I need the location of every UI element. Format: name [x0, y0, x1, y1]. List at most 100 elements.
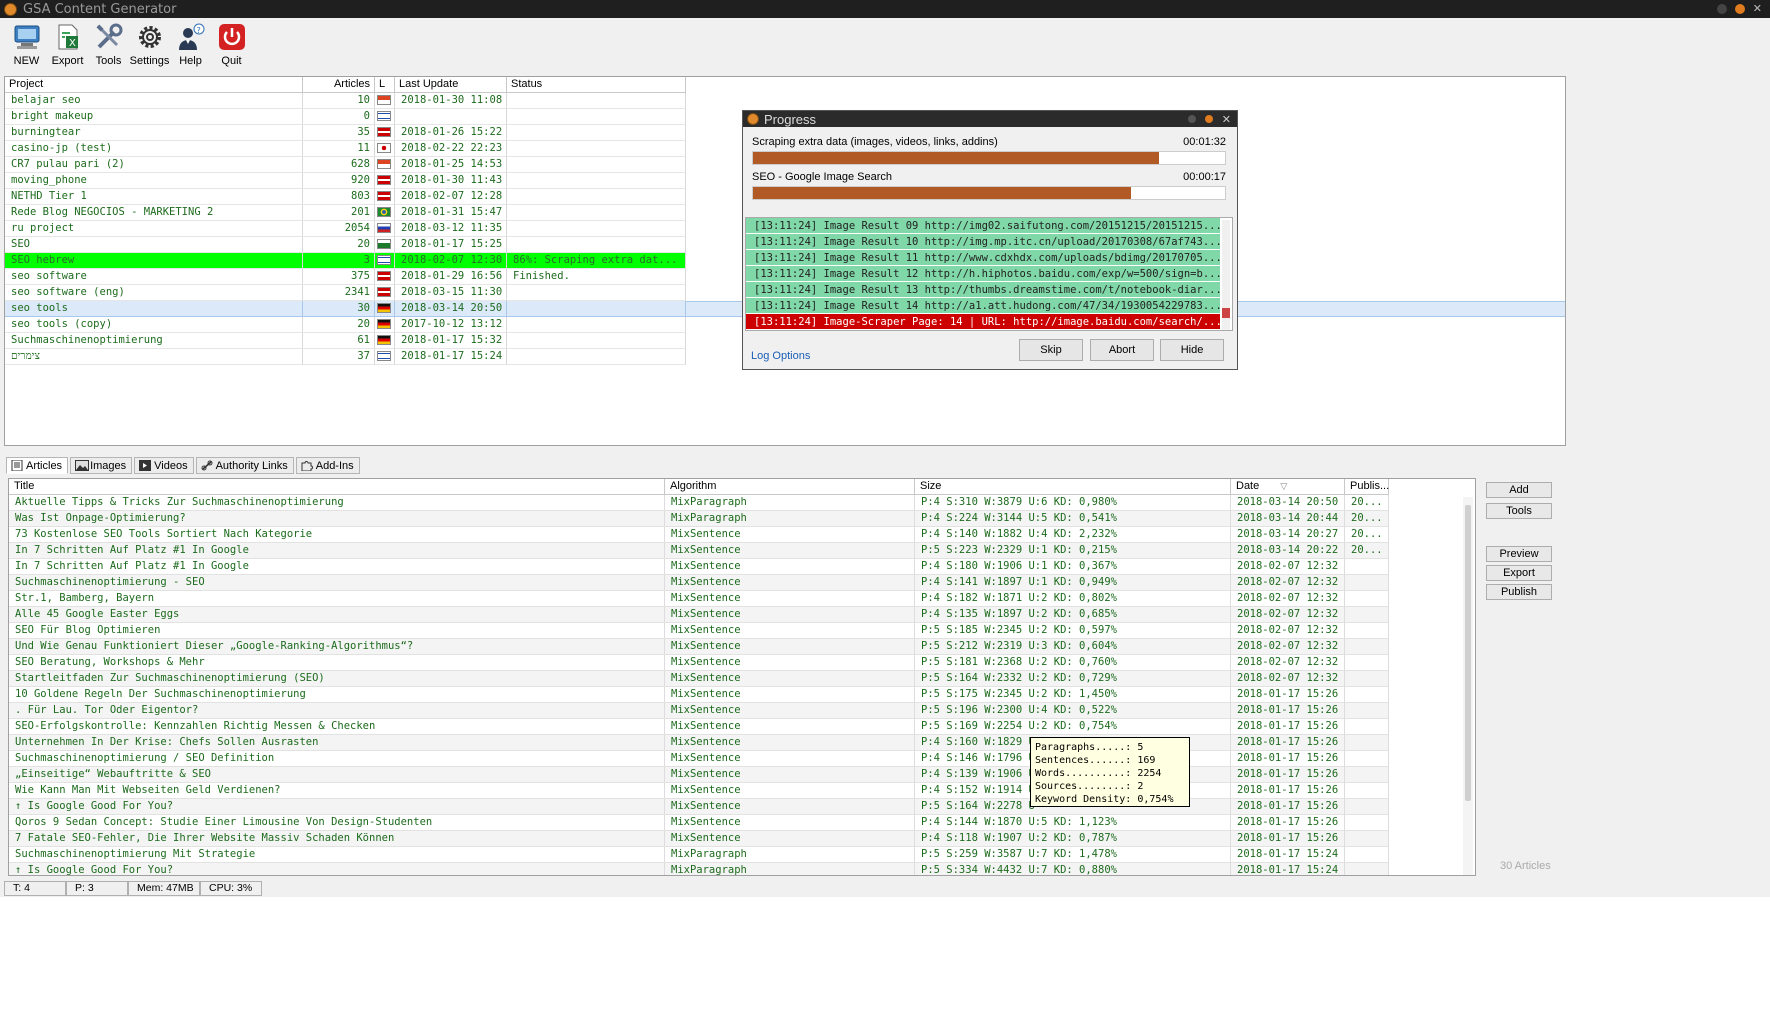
article-row[interactable]: ↑ Is Google Good For You? MixParagraph P:5… — [9, 863, 1389, 875]
project-row[interactable]: ru project 2054 2018-03-12 11:35 — [5, 221, 686, 237]
log-scrollbar[interactable] — [1222, 220, 1230, 330]
project-row[interactable]: Suchmaschinenoptimierung 61 2018-01-17 15:… — [5, 333, 686, 349]
project-row[interactable]: Rede Blog NEGOCIOS - MARKETING 2 201 2018-… — [5, 205, 686, 221]
abort-button[interactable]: Abort — [1090, 339, 1154, 361]
article-algorithm: MixSentence — [665, 799, 915, 815]
export-button[interactable]: X Export — [47, 18, 88, 74]
project-row[interactable]: seo tools (copy) 20 2017-10-12 13:12 — [5, 317, 686, 333]
tab-add-ins[interactable]: Add-Ins — [295, 457, 360, 474]
article-row[interactable]: Startleitfaden Zur Suchmaschinenoptimier… — [9, 671, 1389, 687]
project-last-update: 2018-03-12 11:35 — [395, 221, 507, 237]
project-row[interactable]: NETHD Tier 1 803 2018-02-07 12:28 — [5, 189, 686, 205]
tab-articles[interactable]: Articles — [6, 457, 69, 474]
flag-ru-icon — [375, 221, 395, 237]
new-button[interactable]: NEW — [6, 18, 47, 74]
article-row[interactable]: SEO-Erfolgskontrolle: Kennzahlen Richtig… — [9, 719, 1389, 735]
project-article-count: 30 — [303, 301, 375, 317]
project-row[interactable]: SEO 20 2018-01-17 15:25 — [5, 237, 686, 253]
hide-button[interactable]: Hide — [1160, 339, 1224, 361]
project-row[interactable]: burningtear 35 2018-01-26 15:22 — [5, 125, 686, 141]
project-status: Finished. — [507, 269, 686, 285]
article-published — [1345, 703, 1389, 719]
export-label: Export — [51, 55, 84, 67]
project-status — [507, 349, 686, 365]
article-row[interactable]: SEO Beratung, Workshops & Mehr MixSentenc… — [9, 655, 1389, 671]
article-size: P:5 S:196 W:2300 U:4 KD: 0,522% — [915, 703, 1231, 719]
article-row[interactable]: Suchmaschinenoptimierung - SEO MixSentenc… — [9, 575, 1389, 591]
article-row[interactable]: . Für Lau. Tor Oder Eigentor? MixSentence… — [9, 703, 1389, 719]
export-side-button[interactable]: Export — [1486, 565, 1552, 581]
progress-dialog: Progress ✕ Scraping extra data (images, … — [742, 110, 1238, 370]
article-row[interactable]: Aktuelle Tipps & Tricks Zur Suchmaschine… — [9, 495, 1389, 511]
close-icon[interactable]: ✕ — [1222, 113, 1231, 126]
article-row[interactable]: Und Wie Genau Funktioniert Dieser „Googl… — [9, 639, 1389, 655]
project-row[interactable]: bright makeup 0 — [5, 109, 686, 125]
maximize-icon[interactable] — [1204, 115, 1213, 123]
flag-id-icon — [375, 93, 395, 109]
article-row[interactable]: Qoros 9 Sedan Concept: Studie Einer Limo… — [9, 815, 1389, 831]
article-row[interactable]: In 7 Schritten Auf Platz #1 In Google Mix… — [9, 543, 1389, 559]
log-scroll-thumb[interactable] — [1222, 308, 1230, 318]
column-header-articles[interactable]: Articles — [303, 77, 375, 93]
article-published — [1345, 799, 1389, 815]
article-row[interactable]: 7 Fatale SEO-Fehler, Die Ihrer Website M… — [9, 831, 1389, 847]
articles-grid[interactable]: Title Algorithm Size Date ▽ Publis... Ak… — [8, 478, 1476, 876]
settings-button[interactable]: Settings — [129, 18, 170, 74]
minimize-icon[interactable] — [1187, 115, 1196, 123]
tab-images[interactable]: Images — [70, 457, 133, 474]
project-row[interactable]: SEO hebrew 3 2018-02-07 12:30 86%: Scraping… — [5, 253, 686, 269]
publish-button[interactable]: Publish — [1486, 584, 1552, 600]
close-icon[interactable]: ✕ — [1753, 3, 1762, 14]
log-options-link[interactable]: Log Options — [751, 350, 810, 362]
column-header-algorithm[interactable]: Algorithm — [665, 479, 915, 495]
project-row[interactable]: seo tools 30 2018-03-14 20:50 — [5, 301, 686, 317]
column-header-language[interactable]: L — [375, 77, 395, 93]
article-published: 20... — [1345, 527, 1389, 543]
tools-button[interactable]: Tools — [88, 18, 129, 74]
minimize-icon[interactable] — [1716, 4, 1727, 14]
column-header-last-update[interactable]: Last Update — [395, 77, 507, 93]
project-row[interactable]: צימרים 37 2018-01-17 15:24 — [5, 349, 686, 365]
project-row[interactable]: seo software 375 2018-01-29 16:56 Finished. — [5, 269, 686, 285]
article-row[interactable]: In 7 Schritten Auf Platz #1 In Google Mix… — [9, 559, 1389, 575]
article-title: SEO Beratung, Workshops & Mehr — [9, 655, 665, 671]
article-row[interactable]: Str.1, Bamberg, Bayern MixSentence P:4 S:1… — [9, 591, 1389, 607]
article-published — [1345, 863, 1389, 875]
preview-button[interactable]: Preview — [1486, 546, 1552, 562]
task2-time: 00:00:17 — [1183, 171, 1226, 183]
article-row[interactable]: 73 Kostenlose SEO Tools Sortiert Nach Ka… — [9, 527, 1389, 543]
column-header-title[interactable]: Title — [9, 479, 665, 495]
help-button[interactable]: ? Help — [170, 18, 211, 74]
article-row[interactable]: Alle 45 Google Easter Eggs MixSentence P:4… — [9, 607, 1389, 623]
article-title: Suchmaschinenoptimierung / SEO Definitio… — [9, 751, 665, 767]
quit-button[interactable]: Quit — [211, 18, 252, 74]
article-row[interactable]: Suchmaschinenoptimierung Mit Strategie Mi… — [9, 847, 1389, 863]
article-algorithm: MixSentence — [665, 575, 915, 591]
article-title: SEO-Erfolgskontrolle: Kennzahlen Richtig… — [9, 719, 665, 735]
article-row[interactable]: 10 Goldene Regeln Der Suchmaschinenoptim… — [9, 687, 1389, 703]
column-header-status[interactable]: Status — [507, 77, 686, 93]
column-header-project[interactable]: Project — [5, 77, 303, 93]
article-row[interactable]: Was Ist Onpage-Optimierung? MixParagraph P… — [9, 511, 1389, 527]
article-row[interactable]: SEO Für Blog Optimieren MixSentence P:5 S:… — [9, 623, 1389, 639]
column-header-size[interactable]: Size — [915, 479, 1231, 495]
project-name: belajar seo — [5, 93, 303, 109]
column-header-published[interactable]: Publis... — [1345, 479, 1389, 495]
log-box[interactable]: [13:11:24] Image Result 09 http://img02.… — [745, 217, 1233, 331]
articles-scrollbar[interactable] — [1463, 497, 1473, 875]
article-published — [1345, 559, 1389, 575]
tab-authority-links[interactable]: Authority Links — [195, 457, 294, 474]
tab-videos[interactable]: Videos — [134, 457, 194, 474]
project-status — [507, 189, 686, 205]
skip-button[interactable]: Skip — [1019, 339, 1083, 361]
maximize-icon[interactable] — [1734, 4, 1745, 14]
project-row[interactable]: belajar seo 10 2018-01-30 11:08 — [5, 93, 686, 109]
project-row[interactable]: seo software (eng) 2341 2018-03-15 11:30 — [5, 285, 686, 301]
project-row[interactable]: casino-jp (test) 11 2018-02-22 22:23 — [5, 141, 686, 157]
project-row[interactable]: moving_phone 920 2018-01-30 11:43 — [5, 173, 686, 189]
articles-scroll-thumb[interactable] — [1465, 505, 1471, 801]
tools-side-button[interactable]: Tools — [1486, 503, 1552, 519]
project-row[interactable]: CR7 pulau pari (2) 628 2018-01-25 14:53 — [5, 157, 686, 173]
add-button[interactable]: Add — [1486, 482, 1552, 498]
column-header-date[interactable]: Date ▽ — [1231, 479, 1345, 495]
